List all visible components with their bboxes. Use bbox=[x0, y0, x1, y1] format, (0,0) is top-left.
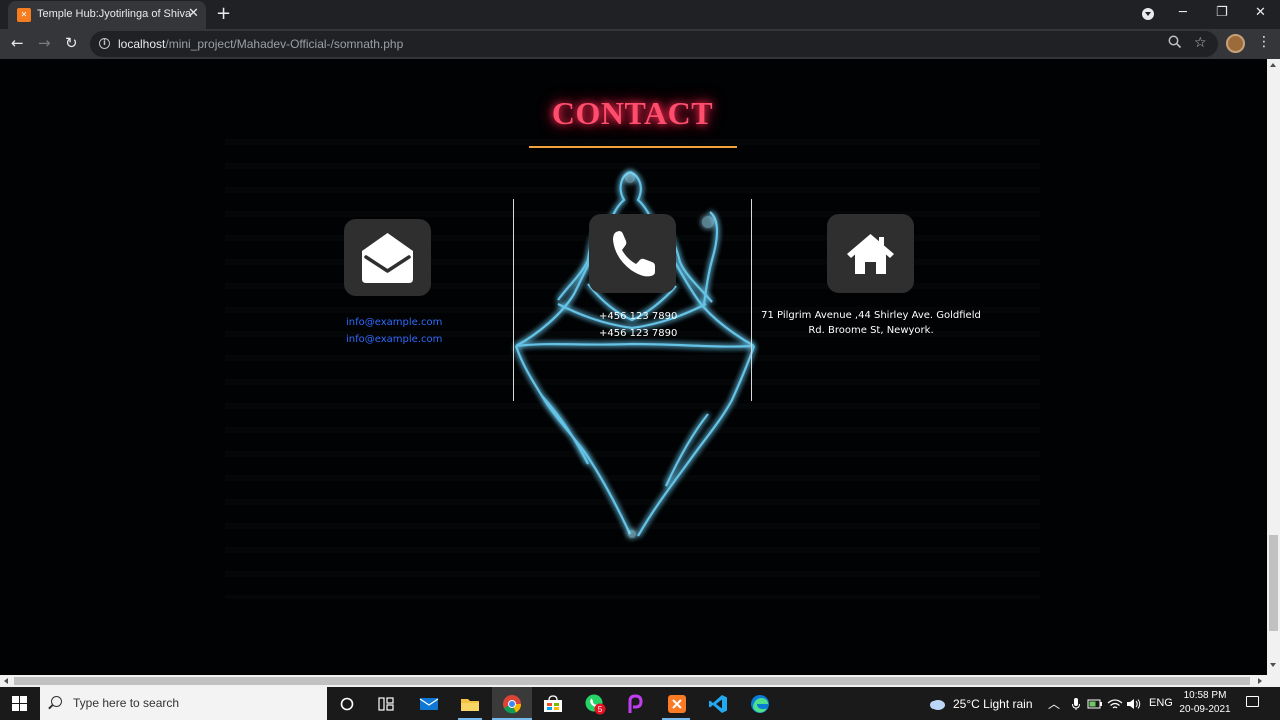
browser-menu-icon[interactable]: ⋮ bbox=[1257, 33, 1271, 51]
column-divider-left bbox=[513, 199, 514, 401]
weather-text[interactable]: 25°C Light rain bbox=[953, 697, 1033, 711]
tab-close-icon[interactable]: ✕ bbox=[188, 7, 199, 21]
phone-number[interactable]: +456 123 7890 bbox=[599, 308, 677, 325]
language-indicator[interactable]: ENG bbox=[1149, 697, 1173, 709]
xampp-icon[interactable] bbox=[665, 692, 689, 716]
task-view-icon[interactable] bbox=[374, 692, 398, 716]
home-icon bbox=[847, 234, 894, 274]
email-list: info@example.com info@example.com bbox=[346, 314, 442, 348]
address-line-1: 71 Pilgrim Avenue ,44 Shirley Ave. Goldf… bbox=[761, 310, 981, 321]
envelope-open-icon bbox=[362, 233, 413, 283]
address-tile bbox=[827, 214, 914, 293]
browser-tabstrip: ✕ Temple Hub:Jyotirlinga of Shiva ✕ + ─ … bbox=[0, 0, 1280, 29]
clock-date: 20-09-2021 bbox=[1179, 704, 1231, 715]
windows-taskbar: Type here to search 5 25°C Light rain ︿ bbox=[0, 687, 1280, 720]
browser-toolbar: ← → ↻ i localhost/mini_project/Mahadev-O… bbox=[0, 29, 1280, 59]
address-text: 71 Pilgrim Avenue ,44 Shirley Ave. Goldf… bbox=[760, 308, 982, 338]
horizontal-scrollbar[interactable] bbox=[0, 675, 1280, 687]
chrome-icon[interactable] bbox=[500, 692, 524, 716]
address-line-2: Rd. Broome St, Newyork. bbox=[808, 325, 934, 336]
zoom-icon[interactable] bbox=[1168, 35, 1182, 53]
phone-icon bbox=[613, 231, 655, 277]
address-bar[interactable]: i localhost/mini_project/Mahadev-Officia… bbox=[90, 31, 1218, 57]
forward-arrow-icon[interactable]: → bbox=[38, 34, 51, 52]
contact-heading: CONTACT bbox=[551, 95, 714, 131]
vscode-icon[interactable] bbox=[706, 692, 730, 716]
edge-icon[interactable] bbox=[748, 692, 772, 716]
scroll-right-arrow-icon[interactable] bbox=[1258, 678, 1262, 684]
column-divider-right bbox=[751, 199, 752, 401]
email-tile bbox=[344, 219, 431, 296]
email-link[interactable]: info@example.com bbox=[346, 314, 442, 331]
site-info-icon[interactable]: i bbox=[99, 38, 110, 49]
taskbar-search-box[interactable]: Type here to search bbox=[40, 687, 327, 720]
cortana-icon[interactable] bbox=[335, 692, 359, 716]
search-icon bbox=[51, 696, 62, 707]
minimize-icon[interactable]: ─ bbox=[1179, 4, 1187, 22]
windows-start-icon[interactable] bbox=[12, 696, 27, 711]
ms-store-icon[interactable] bbox=[541, 692, 565, 716]
scroll-left-arrow-icon[interactable] bbox=[4, 678, 8, 684]
phone-list: +456 123 7890 +456 123 7890 bbox=[599, 308, 677, 342]
whatsapp-icon[interactable]: 5 bbox=[583, 692, 607, 716]
whatsapp-badge: 5 bbox=[598, 705, 603, 714]
clock-time: 10:58 PM bbox=[1183, 690, 1227, 701]
profile-avatar[interactable] bbox=[1226, 34, 1245, 53]
email-link[interactable]: info@example.com bbox=[346, 331, 442, 348]
close-window-icon[interactable]: ✕ bbox=[1255, 4, 1266, 22]
new-tab-button[interactable]: + bbox=[216, 4, 231, 24]
scroll-thumb[interactable] bbox=[1269, 535, 1278, 631]
phone-number[interactable]: +456 123 7890 bbox=[599, 325, 677, 342]
vertical-scrollbar[interactable] bbox=[1267, 59, 1280, 675]
tab-title: Temple Hub:Jyotirlinga of Shiva bbox=[37, 8, 192, 20]
bookmark-star-icon[interactable]: ☆ bbox=[1194, 35, 1207, 51]
file-explorer-icon[interactable] bbox=[458, 692, 482, 716]
taskbar-clock[interactable]: 10:58 PM 20-09-2021 bbox=[1172, 689, 1238, 717]
volume-icon[interactable] bbox=[1122, 692, 1146, 716]
xampp-favicon-icon: ✕ bbox=[17, 8, 31, 22]
tray-expand-icon[interactable]: ︿ bbox=[1048, 695, 1060, 712]
tab-search-icon[interactable] bbox=[1142, 8, 1154, 20]
restore-icon[interactable]: ❐ bbox=[1216, 4, 1228, 22]
search-placeholder: Type here to search bbox=[73, 696, 180, 710]
tab-active[interactable]: ✕ Temple Hub:Jyotirlinga of Shiva ✕ bbox=[8, 1, 206, 29]
weather-cloud-icon[interactable] bbox=[925, 692, 949, 716]
back-arrow-icon[interactable]: ← bbox=[11, 34, 24, 52]
reload-icon[interactable]: ↻ bbox=[65, 34, 78, 52]
scroll-thumb-horizontal[interactable] bbox=[14, 677, 1250, 685]
page-viewport: CONTACT info@example.com info@example.co… bbox=[0, 59, 1267, 675]
scroll-down-arrow-icon[interactable] bbox=[1270, 663, 1276, 667]
heading-underline bbox=[529, 146, 737, 148]
phone-tile bbox=[589, 214, 676, 293]
picsart-icon[interactable] bbox=[623, 692, 647, 716]
url-text[interactable]: localhost/mini_project/Mahadev-Official-… bbox=[118, 37, 403, 51]
action-center-icon[interactable] bbox=[1246, 696, 1259, 707]
mail-app-icon[interactable] bbox=[417, 692, 441, 716]
scroll-up-arrow-icon[interactable] bbox=[1270, 63, 1276, 67]
